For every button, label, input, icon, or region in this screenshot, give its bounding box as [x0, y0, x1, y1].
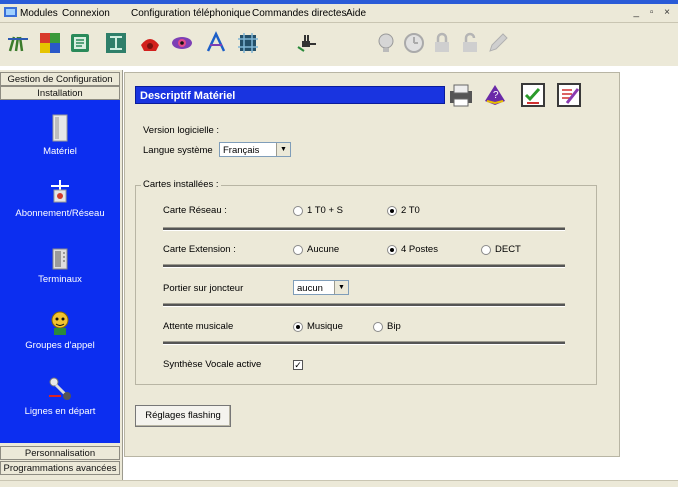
separator: [163, 227, 565, 231]
menu-aide[interactable]: Aide: [346, 8, 366, 19]
menu-connexion[interactable]: Connexion: [62, 8, 110, 19]
hardware-panel: Descriptif Matériel ? Version logicielle…: [124, 72, 620, 457]
sidebar-item-label: Terminaux: [38, 274, 82, 285]
installation-modules: Matériel Abonnement/Réseau Terminaux Gro…: [0, 100, 120, 443]
outgoing-line-icon: [49, 377, 71, 400]
menu-bar: Modules Connexion Configuration téléphon…: [0, 4, 678, 23]
radio-aucune-label: Aucune: [307, 244, 340, 255]
radio-dect[interactable]: [481, 245, 491, 255]
network-card-label: Carte Réseau :: [163, 205, 227, 216]
menu-configuration-telephonique[interactable]: Configuration téléphonique: [131, 8, 251, 19]
sidebar-item-materiel[interactable]: Matériel: [0, 114, 120, 157]
puzzle-icon[interactable]: [38, 31, 62, 55]
radio-musique-label: Musique: [307, 321, 343, 332]
nav-gestion-configuration[interactable]: Gestion de Configuration: [0, 72, 120, 86]
nav-programmations-avancees[interactable]: Programmations avancées: [0, 461, 120, 475]
network-tree-icon[interactable]: [104, 31, 128, 55]
help-book-icon[interactable]: ?: [481, 81, 509, 109]
chevron-down-icon: ▼: [276, 143, 290, 156]
separator: [163, 303, 565, 307]
folder-icon[interactable]: [68, 31, 92, 55]
app-icon: [4, 7, 17, 17]
chip-icon[interactable]: [236, 31, 260, 55]
radio-bip[interactable]: [373, 322, 383, 332]
checklist-icon[interactable]: [519, 81, 547, 109]
sidebar-item-groupes-appel[interactable]: Groupes d'appel: [0, 310, 120, 351]
sidebar-item-terminaux[interactable]: Terminaux: [0, 248, 120, 285]
phone-icon[interactable]: [138, 31, 162, 55]
sidebar-item-label: Matériel: [43, 146, 77, 157]
chevron-down-icon: ▼: [334, 281, 348, 294]
printer-icon[interactable]: [447, 81, 475, 109]
terminal-icon: [52, 248, 68, 270]
lock-open-icon[interactable]: [458, 31, 482, 55]
plug-icon[interactable]: [296, 31, 320, 55]
sidebar-item-label: Lignes en départ: [24, 406, 96, 417]
pencil-icon[interactable]: [486, 31, 510, 55]
language-select[interactable]: Français ▼: [219, 142, 291, 157]
radio-1t0s[interactable]: [293, 206, 303, 216]
navigation-pane: Gestion de Configuration Installation Ma…: [0, 70, 123, 480]
portier-select[interactable]: aucun ▼: [293, 280, 349, 295]
menu-modules[interactable]: Modules: [20, 8, 58, 19]
sidebar-item-label: Abonnement/Réseau: [15, 208, 105, 219]
sidebar-item-lignes-depart[interactable]: Lignes en départ: [0, 376, 120, 417]
light-bulb-icon[interactable]: [374, 31, 398, 55]
language-label: Langue système: [143, 145, 213, 156]
sidebar-item-label: Groupes d'appel: [25, 340, 95, 351]
compass-icon[interactable]: [204, 31, 228, 55]
radio-musique[interactable]: [293, 322, 303, 332]
call-group-icon: [51, 311, 69, 335]
radio-2t0[interactable]: [387, 206, 397, 216]
language-value: Français: [223, 145, 260, 156]
eye-icon[interactable]: [170, 31, 194, 55]
extension-card-label: Carte Extension :: [163, 244, 236, 255]
panel-title: Descriptif Matériel: [135, 86, 445, 104]
nav-installation[interactable]: Installation: [0, 86, 120, 100]
music-label: Attente musicale: [163, 321, 234, 332]
radio-4-postes[interactable]: [387, 245, 397, 255]
network-icon: [51, 180, 69, 203]
hardware-icon: [52, 114, 68, 142]
radio-2t0-label: 2 T0: [401, 205, 420, 216]
svg-text:?: ?: [493, 90, 499, 101]
portier-value: aucun: [297, 283, 323, 294]
radio-aucune[interactable]: [293, 245, 303, 255]
antenna-icon[interactable]: [6, 31, 30, 55]
menu-commandes-directes[interactable]: Commandes directes: [252, 8, 346, 19]
voice-synthesis-label: Synthèse Vocale active: [163, 359, 262, 370]
lock-icon[interactable]: [430, 31, 454, 55]
toolbar: [0, 23, 678, 66]
portier-label: Portier sur joncteur: [163, 283, 244, 294]
sidebar-item-abonnement-reseau[interactable]: Abonnement/Réseau: [0, 180, 120, 219]
voice-synthesis-checkbox[interactable]: ✓: [293, 360, 303, 370]
nav-personnalisation[interactable]: Personnalisation: [0, 446, 120, 460]
radio-4-postes-label: 4 Postes: [401, 244, 438, 255]
radio-dect-label: DECT: [495, 244, 521, 255]
clock-icon[interactable]: [402, 31, 426, 55]
separator: [163, 264, 565, 268]
edit-list-icon[interactable]: [555, 81, 583, 109]
flashing-settings-button[interactable]: Réglages flashing: [135, 405, 231, 427]
window-controls[interactable]: _ ▫ ×: [633, 7, 674, 18]
version-label: Version logicielle :: [143, 125, 220, 136]
separator: [163, 341, 565, 345]
radio-bip-label: Bip: [387, 321, 401, 332]
radio-1t0s-label: 1 T0 + S: [307, 205, 344, 216]
installed-cards-label: Cartes installées :: [141, 179, 221, 190]
